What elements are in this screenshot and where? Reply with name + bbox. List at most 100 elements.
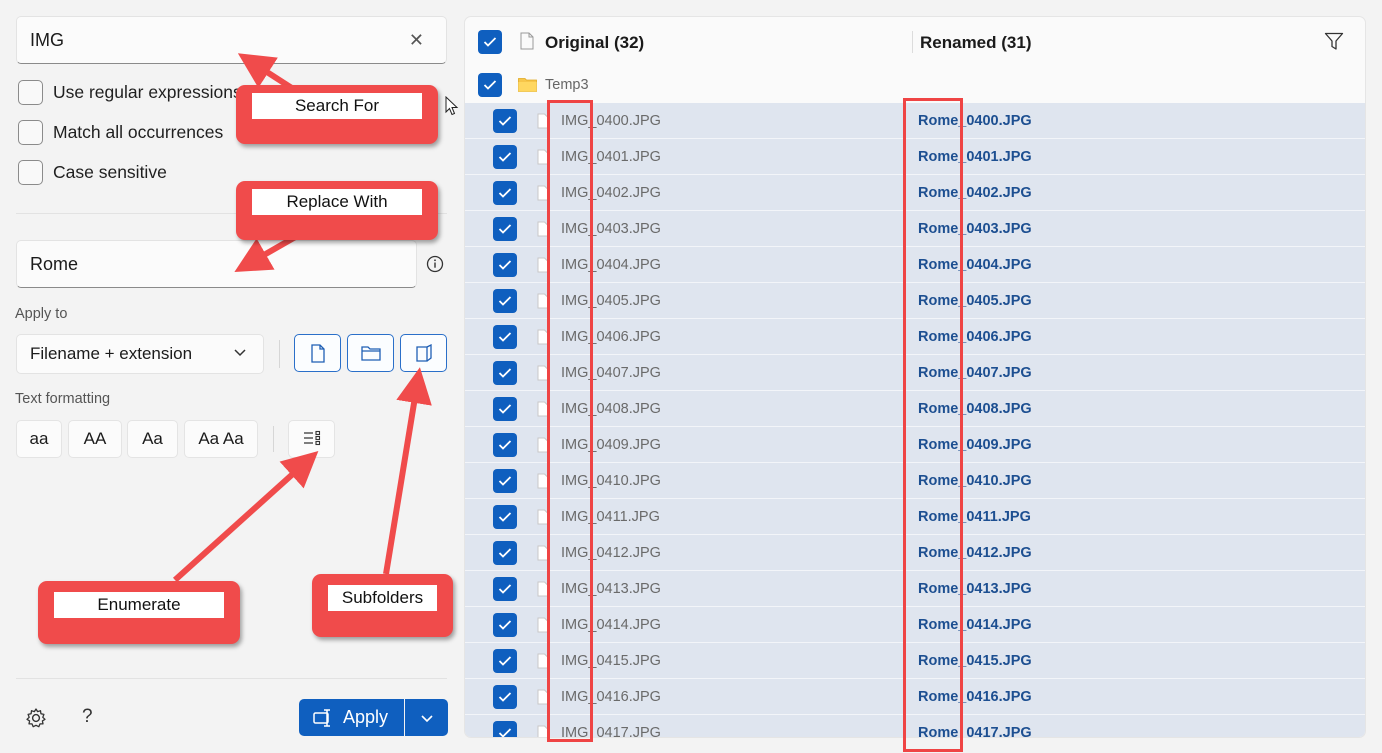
row-checkbox[interactable] xyxy=(493,253,517,277)
rename-icon xyxy=(313,708,330,727)
check-icon xyxy=(498,368,512,378)
row-checkbox[interactable] xyxy=(493,217,517,241)
check-icon xyxy=(498,692,512,702)
uppercase-button[interactable]: AA xyxy=(68,420,122,458)
checkbox-label: Case sensitive xyxy=(53,162,167,182)
check-icon xyxy=(498,152,512,162)
apply-options-button[interactable] xyxy=(405,699,448,736)
row-checkbox[interactable] xyxy=(493,469,517,493)
lowercase-button[interactable]: aa xyxy=(16,420,62,458)
check-icon xyxy=(498,440,512,450)
close-icon[interactable]: ✕ xyxy=(409,30,424,51)
annotation-label: Subfolders xyxy=(328,585,437,611)
search-input[interactable]: IMG ✕ xyxy=(16,16,447,64)
folder-name: Temp3 xyxy=(545,77,589,93)
row-checkbox[interactable] xyxy=(493,685,517,709)
row-checkbox[interactable] xyxy=(493,289,517,313)
check-icon xyxy=(498,728,512,737)
annotation-replace-with: Replace With xyxy=(236,181,438,240)
check-icon xyxy=(498,332,512,342)
check-icon xyxy=(498,404,512,414)
checkbox-case-sensitive[interactable]: Case sensitive xyxy=(18,160,167,185)
row-checkbox[interactable] xyxy=(493,433,517,457)
annotation-label: Enumerate xyxy=(54,592,224,618)
include-folders-button[interactable] xyxy=(347,334,394,372)
check-icon xyxy=(498,476,512,486)
row-checkbox[interactable] xyxy=(493,325,517,349)
include-files-button[interactable] xyxy=(294,334,341,372)
row-checkbox[interactable] xyxy=(493,541,517,565)
apply-label: Apply xyxy=(343,707,389,727)
checkbox-box[interactable] xyxy=(18,120,43,145)
annotation-label: Replace With xyxy=(252,189,422,215)
row-checkbox[interactable] xyxy=(493,505,517,529)
apply-button[interactable]: Apply xyxy=(299,699,404,736)
original-column-header[interactable]: Original (32) xyxy=(545,33,644,53)
row-checkbox[interactable] xyxy=(493,181,517,205)
filter-icon[interactable] xyxy=(1324,32,1344,51)
include-subfolders-button[interactable] xyxy=(400,334,447,372)
divider xyxy=(279,340,280,368)
annotation-search-for: Search For xyxy=(236,85,438,144)
row-checkbox[interactable] xyxy=(493,613,517,637)
chevron-down-icon xyxy=(234,349,246,357)
check-icon xyxy=(498,620,512,630)
check-icon xyxy=(483,80,497,90)
enumerate-icon xyxy=(303,430,320,446)
chevron-down-icon xyxy=(420,714,433,722)
folder-icon xyxy=(518,78,537,92)
checkbox-box[interactable] xyxy=(18,80,43,105)
apply-to-dropdown[interactable]: Filename + extension xyxy=(16,334,264,374)
row-checkbox[interactable] xyxy=(493,109,517,133)
check-icon xyxy=(498,116,512,126)
highlight-renamed-prefix xyxy=(903,98,963,752)
help-button[interactable]: ? xyxy=(82,706,93,728)
replace-input-value: Rome xyxy=(30,253,79,274)
divider xyxy=(16,678,447,679)
select-all-checkbox[interactable] xyxy=(478,30,502,54)
checkbox-label: Match all occurrences xyxy=(53,122,224,142)
file-icon xyxy=(520,32,534,50)
check-icon xyxy=(498,260,512,270)
divider xyxy=(273,426,274,452)
enumerate-button[interactable] xyxy=(288,420,335,458)
row-checkbox[interactable] xyxy=(493,361,517,385)
checkbox-box[interactable] xyxy=(18,160,43,185)
apply-to-selected: Filename + extension xyxy=(30,344,193,363)
check-icon xyxy=(498,188,512,198)
subfolder-icon xyxy=(415,343,432,362)
check-icon xyxy=(483,37,497,47)
check-icon xyxy=(498,296,512,306)
annotation-label: Search For xyxy=(252,93,422,119)
capitalize-words-button[interactable]: Aa Aa xyxy=(184,420,258,458)
replace-input[interactable]: Rome xyxy=(16,240,417,288)
highlight-original-prefix xyxy=(547,100,593,742)
check-icon xyxy=(498,656,512,666)
checkbox-label: Use regular expressions xyxy=(53,82,242,102)
mouse-cursor-icon xyxy=(445,96,459,116)
row-checkbox[interactable] xyxy=(493,649,517,673)
row-checkbox[interactable] xyxy=(493,145,517,169)
list-header: Original (32) Renamed (31) xyxy=(465,17,1365,67)
renamed-column-header[interactable]: Renamed (31) xyxy=(920,33,1031,53)
check-icon xyxy=(498,548,512,558)
check-icon xyxy=(498,224,512,234)
row-checkbox[interactable] xyxy=(493,577,517,601)
checkbox-use-regex[interactable]: Use regular expressions xyxy=(18,80,242,105)
text-formatting-label: Text formatting xyxy=(15,391,111,407)
folder-checkbox[interactable] xyxy=(478,73,502,97)
titlecase-button[interactable]: Aa xyxy=(127,420,178,458)
gear-icon[interactable] xyxy=(25,707,47,729)
checkbox-match-all[interactable]: Match all occurrences xyxy=(18,120,223,145)
row-checkbox[interactable] xyxy=(493,397,517,421)
annotation-enumerate: Enumerate xyxy=(38,581,240,644)
annotation-subfolders: Subfolders xyxy=(312,574,453,637)
column-divider[interactable] xyxy=(912,31,913,53)
info-icon[interactable] xyxy=(426,255,444,273)
search-input-value: IMG xyxy=(30,29,64,50)
apply-to-label: Apply to xyxy=(15,306,68,322)
folder-icon xyxy=(360,346,381,361)
file-icon xyxy=(310,343,325,363)
check-icon xyxy=(498,584,512,594)
row-checkbox[interactable] xyxy=(493,721,517,737)
